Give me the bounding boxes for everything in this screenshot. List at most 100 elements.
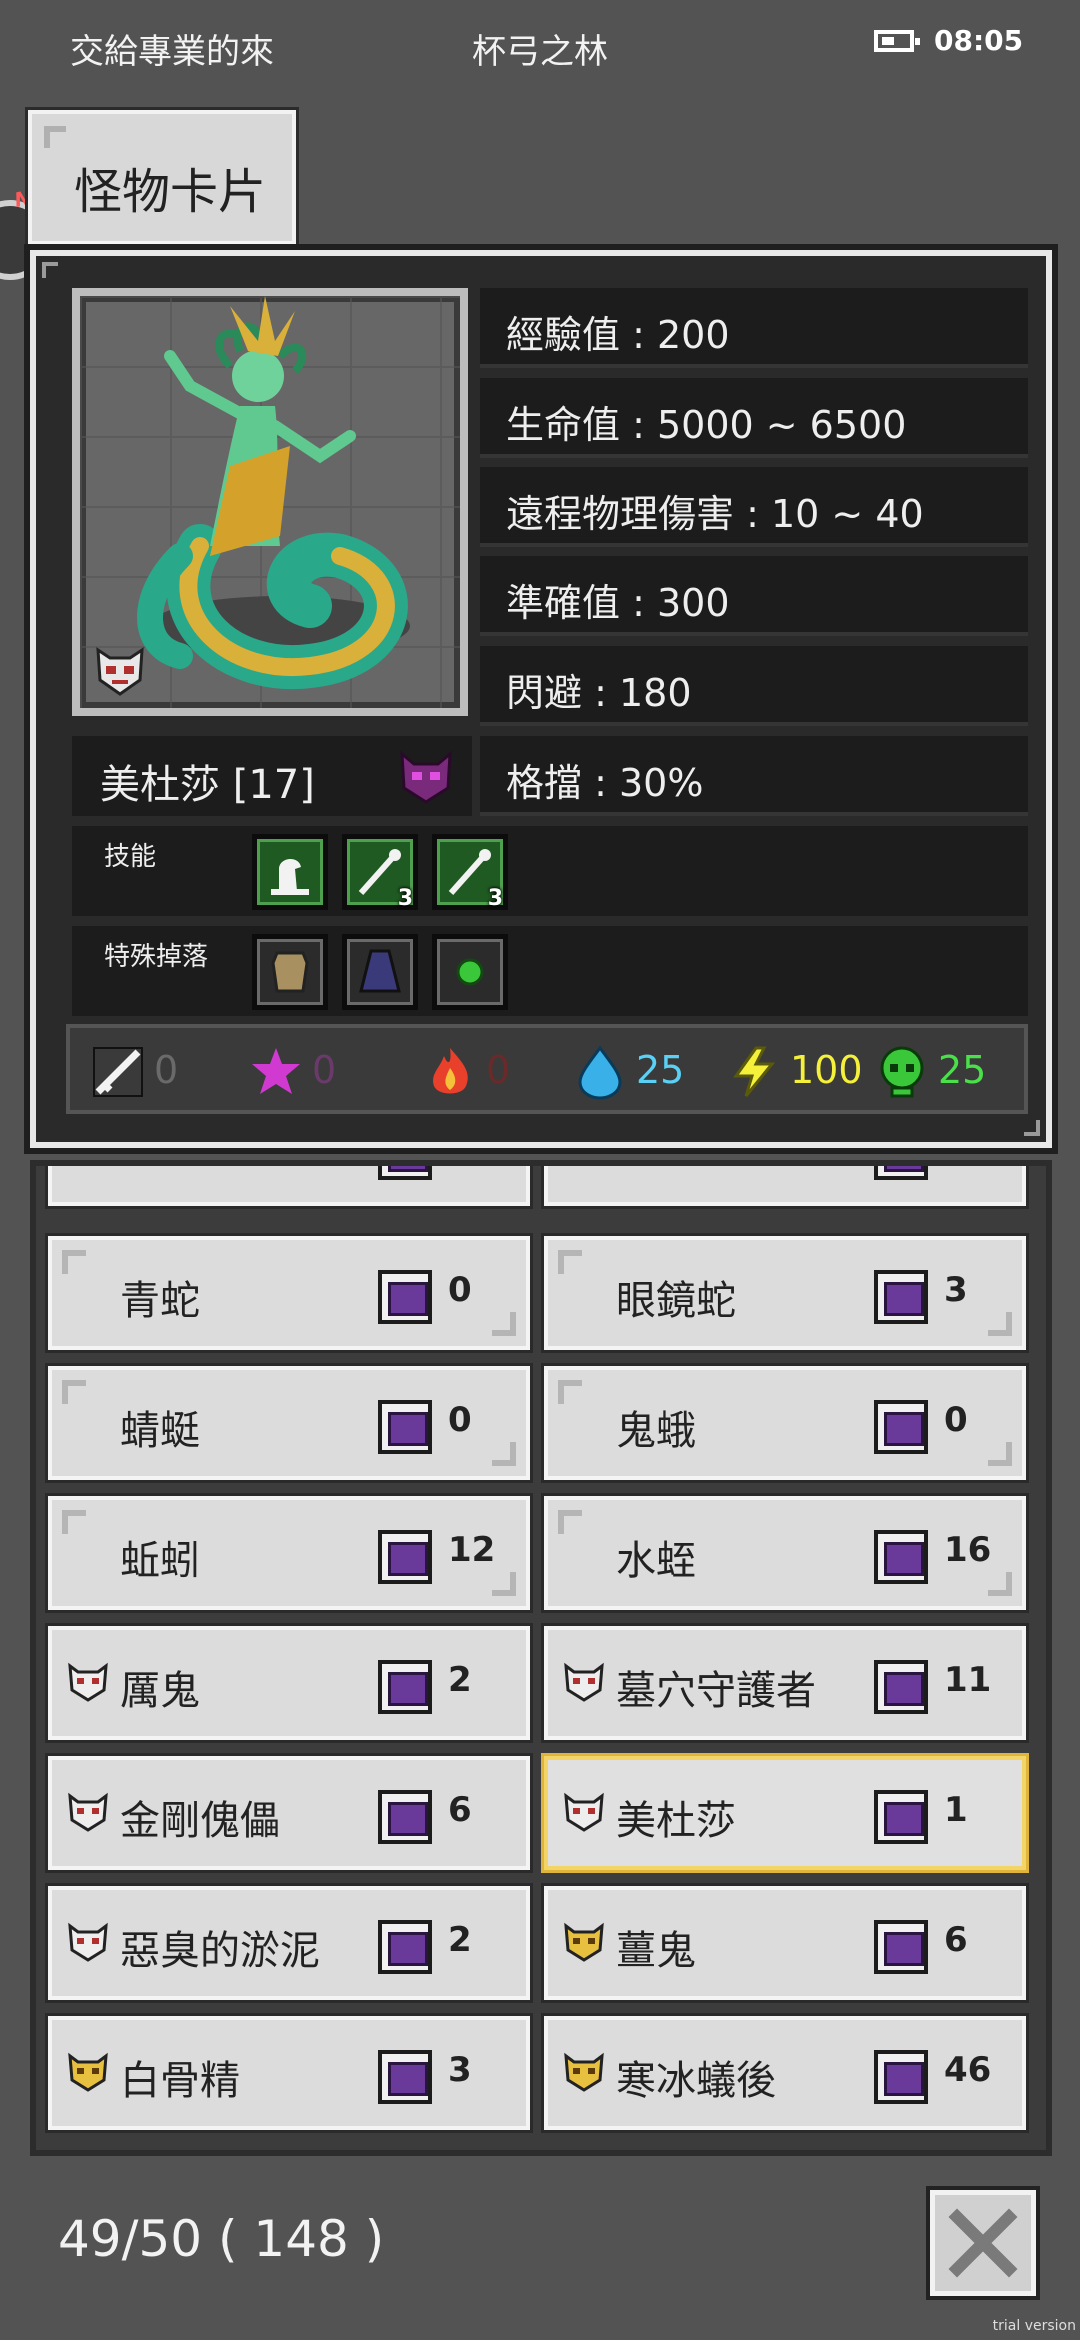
elite-mask-icon: [68, 1922, 108, 1962]
close-button[interactable]: [930, 2190, 1036, 2296]
battery-icon: [874, 30, 920, 52]
monster-card[interactable]: 蜻蜓 0: [48, 1366, 530, 1480]
elite-mask-icon: [96, 647, 144, 696]
monster-card[interactable]: 厲鬼 2: [48, 1626, 530, 1740]
monster-detail-panel: 經驗值 : 200 生命值 : 5000 ~ 6500 遠程物理傷害 : 10 …: [30, 250, 1052, 1148]
collection-count: 49/50 ( 148 ): [58, 2210, 385, 2268]
monster-card[interactable]: 青蛇 0: [48, 1236, 530, 1350]
stat-evasion: 閃避 : 180: [480, 646, 1028, 726]
card-book-icon: [874, 1790, 928, 1844]
panel-corner-decoration: [1024, 1120, 1040, 1136]
monster-card[interactable]: 寒冰蟻後 46: [544, 2016, 1026, 2130]
card-book-icon: [378, 1400, 432, 1454]
monster-name: 美杜莎 [17]: [100, 762, 315, 808]
card-name: 青蛇: [120, 1278, 200, 1324]
monster-card[interactable]: 水蛭 16: [544, 1496, 1026, 1610]
panel-corner-decoration: [42, 262, 58, 278]
monster-card[interactable]: 薑鬼 6: [544, 1886, 1026, 2000]
staff-skill-icon[interactable]: 3: [342, 834, 418, 911]
elite-mask-icon: [564, 1792, 604, 1832]
tab-monster-cards[interactable]: 怪物卡片: [28, 110, 296, 245]
poison-icon: [880, 1046, 924, 1098]
card-name: 鬼蛾: [616, 1408, 696, 1454]
arcane-resist-value: 0: [312, 1048, 337, 1092]
close-icon: [948, 2208, 1018, 2278]
skills-row: 技能 3 3: [72, 826, 1028, 916]
monster-type-mask-icon: [400, 750, 452, 804]
card-quantity: 6: [944, 1920, 968, 1960]
tab-label: 怪物卡片: [74, 164, 267, 220]
statue-skill-icon[interactable]: [252, 834, 328, 910]
skill-count: 3: [487, 886, 503, 911]
card-quantity: 16: [944, 1530, 992, 1570]
monster-card-partial[interactable]: [48, 1166, 530, 1206]
fire-icon: [433, 1048, 468, 1094]
card-quantity: 46: [944, 2050, 992, 2090]
monster-card[interactable]: 眼鏡蛇 3: [544, 1236, 1026, 1350]
status-bar: 交給專業的來 杯弓之林 08:05: [0, 0, 1080, 90]
monster-card[interactable]: 金剛傀儡 6: [48, 1756, 530, 1870]
water-resist-value: 25: [636, 1048, 685, 1092]
card-quantity: 1: [944, 1790, 968, 1830]
monster-card[interactable]: 墓穴守護者 11: [544, 1626, 1026, 1740]
card-corner-decoration: [558, 1380, 582, 1404]
card-name: 白骨精: [120, 2058, 240, 2104]
card-quantity: 12: [448, 1530, 496, 1570]
card-book-icon: [874, 1270, 928, 1324]
card-quantity: 6: [448, 1790, 472, 1830]
card-corner-decoration: [988, 1312, 1012, 1336]
monster-card[interactable]: 鬼蛾 0: [544, 1366, 1026, 1480]
robe-drop-icon[interactable]: [342, 934, 418, 1010]
card-name: 惡臭的淤泥: [120, 1928, 320, 1974]
card-name: 薑鬼: [616, 1928, 696, 1974]
skill-count: 3: [397, 886, 413, 911]
card-quantity: 0: [944, 1400, 968, 1440]
monster-portrait: [72, 288, 468, 716]
lightning-icon: [733, 1046, 776, 1097]
monster-card[interactable]: 蚯蚓 12: [48, 1496, 530, 1610]
monster-card[interactable]: 惡臭的淤泥 2: [48, 1886, 530, 2000]
card-corner-decoration: [492, 1572, 516, 1596]
card-quantity: 3: [944, 1270, 968, 1310]
card-book-icon: [378, 1790, 432, 1844]
card-name: 蜻蜓: [120, 1408, 200, 1454]
water-icon: [578, 1045, 622, 1100]
monster-card[interactable]: 白骨精 3: [48, 2016, 530, 2130]
card-book-icon: [874, 1920, 928, 1974]
card-name: 寒冰蟻後: [616, 2058, 776, 2104]
card-quantity: 11: [944, 1660, 992, 1700]
poison-resist: 25: [874, 1044, 986, 1100]
status-left-text: 交給專業的來: [70, 32, 274, 72]
stat-block: 格擋 : 30%: [480, 736, 1028, 816]
physical-resist-value: 0: [154, 1048, 179, 1092]
card-quantity: 0: [448, 1270, 472, 1310]
water-resist: 25: [572, 1044, 684, 1100]
gold-mask-icon: [564, 2052, 604, 2092]
drops-label: 特殊掉落: [104, 942, 209, 972]
card-book-icon: [874, 2050, 928, 2104]
monster-card-partial[interactable]: [544, 1166, 1026, 1206]
status-time: 08:05: [934, 24, 1024, 57]
staff-skill-icon[interactable]: 3: [432, 834, 508, 911]
card-book-icon: [378, 1660, 432, 1714]
card-book-icon: [378, 1920, 432, 1974]
card-book-icon: [378, 2050, 432, 2104]
status-center-text: 杯弓之林: [472, 32, 608, 72]
skills-label: 技能: [104, 842, 157, 872]
green-gem-icon: [456, 958, 484, 986]
card-name: 美杜莎: [616, 1798, 736, 1844]
armor-drop-icon[interactable]: [252, 934, 328, 1010]
card-name: 蚯蚓: [120, 1538, 200, 1584]
monster-card-list[interactable]: 青蛇 0 眼鏡蛇 3 蜻蜓 0 鬼蛾 0 蚯蚓 12 水蛭 16 厲鬼 2 墓穴…: [30, 1160, 1052, 2156]
resistance-bar: 0 0 0 25 100 25: [66, 1024, 1028, 1114]
poison-resist-value: 25: [938, 1048, 987, 1092]
card-corner-decoration: [988, 1442, 1012, 1466]
physical-resist: 0: [90, 1044, 178, 1100]
card-quantity: 2: [448, 1920, 472, 1960]
monster-card-selected[interactable]: 美杜莎 1: [544, 1756, 1026, 1870]
stat-hp: 生命值 : 5000 ~ 6500: [480, 378, 1028, 458]
card-name: 墓穴守護者: [616, 1668, 816, 1714]
green-gem-drop-icon[interactable]: [432, 934, 508, 1010]
elite-mask-icon: [68, 1792, 108, 1832]
physical-icon: [93, 1047, 143, 1097]
